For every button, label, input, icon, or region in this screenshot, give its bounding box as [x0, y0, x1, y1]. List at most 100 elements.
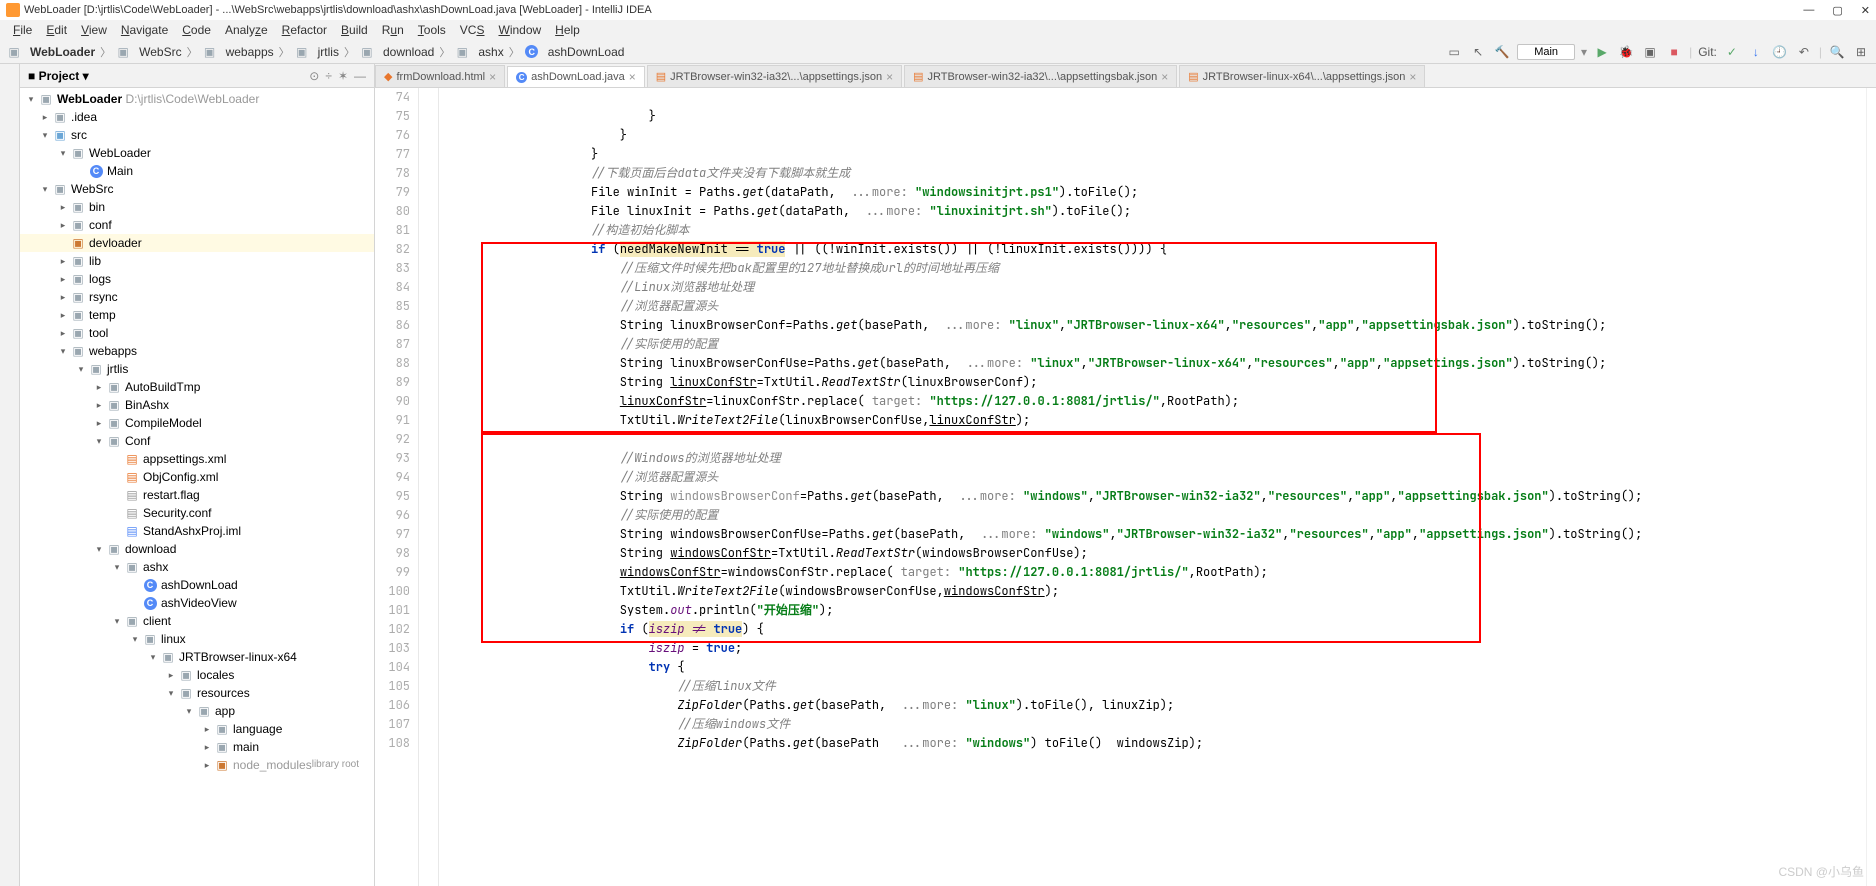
tree-item[interactable]: ▾▣client: [20, 612, 374, 630]
window-title: WebLoader [D:\jrtlis\Code\WebLoader] - .…: [24, 4, 652, 16]
tree-item[interactable]: ▸▣tool: [20, 324, 374, 342]
tree-item[interactable]: ▸▣BinAshx: [20, 396, 374, 414]
tree-item[interactable]: ▾▣download: [20, 540, 374, 558]
monitor-icon[interactable]: ▭: [1445, 43, 1463, 61]
tree-item[interactable]: ▸▣.idea: [20, 108, 374, 126]
tree-item[interactable]: ▤Security.conf: [20, 504, 374, 522]
line-gutter[interactable]: 7475767778798081828384858687888990919293…: [375, 88, 419, 886]
tree-item[interactable]: CMain: [20, 162, 374, 180]
tree-item[interactable]: ▾▣WebLoader: [20, 144, 374, 162]
tree-item[interactable]: ▸▣CompileModel: [20, 414, 374, 432]
tree-item[interactable]: ▸▣conf: [20, 216, 374, 234]
close-icon[interactable]: ×: [1409, 70, 1416, 84]
tree-item[interactable]: ▾▣resources: [20, 684, 374, 702]
history-icon[interactable]: 🕘: [1771, 43, 1789, 61]
tab-frmdownload[interactable]: ◆frmDownload.html×: [375, 65, 505, 87]
tree-root[interactable]: ▾▣WebLoader D:\jrtlis\Code\WebLoader: [20, 90, 374, 108]
fold-gutter[interactable]: [419, 88, 439, 886]
chevron-right-icon: 〉: [100, 44, 111, 60]
menu-window[interactable]: Window: [491, 23, 548, 37]
close-icon[interactable]: ×: [489, 70, 496, 84]
breadcrumb-item[interactable]: download: [382, 45, 435, 59]
menu-code[interactable]: Code: [175, 23, 218, 37]
tree-item[interactable]: ▸▣node_modules library root: [20, 756, 374, 774]
tree-item[interactable]: ▾▣webapps: [20, 342, 374, 360]
folder-icon: ▣: [202, 45, 218, 59]
breadcrumb-item[interactable]: WebSrc: [138, 45, 182, 59]
close-icon[interactable]: ×: [1161, 70, 1168, 84]
breadcrumb-item[interactable]: jrtlis: [317, 45, 340, 59]
tab-ashdownload[interactable]: CashDownLoad.java×: [507, 66, 645, 88]
tab-appsettings-linux[interactable]: ▤JRTBrowser-linux-x64\...\appsettings.js…: [1179, 65, 1425, 87]
tree-item[interactable]: ▸▣lib: [20, 252, 374, 270]
project-tree[interactable]: ▾▣WebLoader D:\jrtlis\Code\WebLoader ▸▣.…: [20, 88, 374, 886]
project-tool-title[interactable]: ■ Project ▾: [28, 69, 89, 83]
error-stripe[interactable]: [1866, 88, 1876, 886]
close-icon[interactable]: ×: [629, 70, 636, 84]
tree-item[interactable]: ▾▣ashx: [20, 558, 374, 576]
commit-icon[interactable]: ✓: [1723, 43, 1741, 61]
tree-item[interactable]: ▤restart.flag: [20, 486, 374, 504]
menu-analyze[interactable]: Analyze: [218, 23, 275, 37]
run-config-select[interactable]: Main: [1517, 44, 1575, 60]
debug-button[interactable]: 🐞: [1617, 43, 1635, 61]
menu-view[interactable]: View: [74, 23, 114, 37]
tree-item[interactable]: ▸▣temp: [20, 306, 374, 324]
tab-appsettings-win[interactable]: ▤JRTBrowser-win32-ia32\...\appsettings.j…: [647, 65, 902, 87]
menu-tools[interactable]: Tools: [411, 23, 453, 37]
tree-item[interactable]: ▾▣app: [20, 702, 374, 720]
menu-navigate[interactable]: Navigate: [114, 23, 175, 37]
minimize-button[interactable]: —: [1803, 4, 1814, 17]
hide-icon[interactable]: —: [354, 69, 366, 83]
menu-vcs[interactable]: VCS: [453, 23, 492, 37]
close-icon[interactable]: ×: [886, 70, 893, 84]
menu-run[interactable]: Run: [375, 23, 411, 37]
back-arrow-icon[interactable]: ↖: [1469, 43, 1487, 61]
structure-icon[interactable]: ⊞: [1852, 43, 1870, 61]
coverage-button[interactable]: ▣: [1641, 43, 1659, 61]
tree-item[interactable]: ▤StandAshxProj.iml: [20, 522, 374, 540]
tree-item-devloader[interactable]: ▣devloader: [20, 234, 374, 252]
menu-help[interactable]: Help: [548, 23, 587, 37]
breadcrumb: ▣ WebLoader 〉 ▣ WebSrc 〉 ▣ webapps 〉 ▣ j…: [6, 44, 625, 60]
stop-button[interactable]: ■: [1665, 43, 1683, 61]
revert-icon[interactable]: ↶: [1795, 43, 1813, 61]
tree-item[interactable]: ▾▣linux: [20, 630, 374, 648]
tab-appsettingsbak-win[interactable]: ▤JRTBrowser-win32-ia32\...\appsettingsba…: [904, 65, 1177, 87]
breadcrumb-item[interactable]: ashx: [477, 45, 504, 59]
tree-item[interactable]: CashVideoView: [20, 594, 374, 612]
tree-item[interactable]: ▸▣main: [20, 738, 374, 756]
tree-item[interactable]: ▾▣Conf: [20, 432, 374, 450]
menu-edit[interactable]: Edit: [39, 23, 74, 37]
breadcrumb-item[interactable]: ashDownLoad: [547, 45, 626, 59]
select-opened-icon[interactable]: ⊙: [309, 69, 319, 83]
update-icon[interactable]: ↓: [1747, 43, 1765, 61]
tree-item[interactable]: ▸▣logs: [20, 270, 374, 288]
collapse-icon[interactable]: ✶: [338, 69, 348, 83]
menu-build[interactable]: Build: [334, 23, 375, 37]
tree-item[interactable]: ▸▣rsync: [20, 288, 374, 306]
tree-item[interactable]: ▾▣JRTBrowser-linux-x64: [20, 648, 374, 666]
tree-item[interactable]: ▤ObjConfig.xml: [20, 468, 374, 486]
breadcrumb-item[interactable]: WebLoader: [29, 45, 96, 59]
tree-item[interactable]: ▸▣language: [20, 720, 374, 738]
tree-item[interactable]: ▤appsettings.xml: [20, 450, 374, 468]
expand-icon[interactable]: ÷: [325, 69, 332, 83]
close-button[interactable]: ✕: [1861, 4, 1870, 17]
tree-item[interactable]: CashDownLoad: [20, 576, 374, 594]
search-icon[interactable]: 🔍: [1828, 43, 1846, 61]
tree-item[interactable]: ▸▣locales: [20, 666, 374, 684]
run-button[interactable]: ▶: [1593, 43, 1611, 61]
tree-item[interactable]: ▾▣WebSrc: [20, 180, 374, 198]
code-editor[interactable]: } } } //下载页面后台data文件夹没有下载脚本就生成 File winI…: [439, 88, 1866, 886]
hammer-build-icon[interactable]: 🔨: [1493, 43, 1511, 61]
left-tool-strip: [0, 64, 20, 886]
tree-item[interactable]: ▸▣AutoBuildTmp: [20, 378, 374, 396]
tree-item[interactable]: ▸▣bin: [20, 198, 374, 216]
tree-item[interactable]: ▾▣src: [20, 126, 374, 144]
breadcrumb-item[interactable]: webapps: [225, 45, 275, 59]
menu-file[interactable]: File: [6, 23, 39, 37]
tree-item[interactable]: ▾▣jrtlis: [20, 360, 374, 378]
menu-refactor[interactable]: Refactor: [275, 23, 334, 37]
maximize-button[interactable]: ▢: [1832, 4, 1842, 17]
